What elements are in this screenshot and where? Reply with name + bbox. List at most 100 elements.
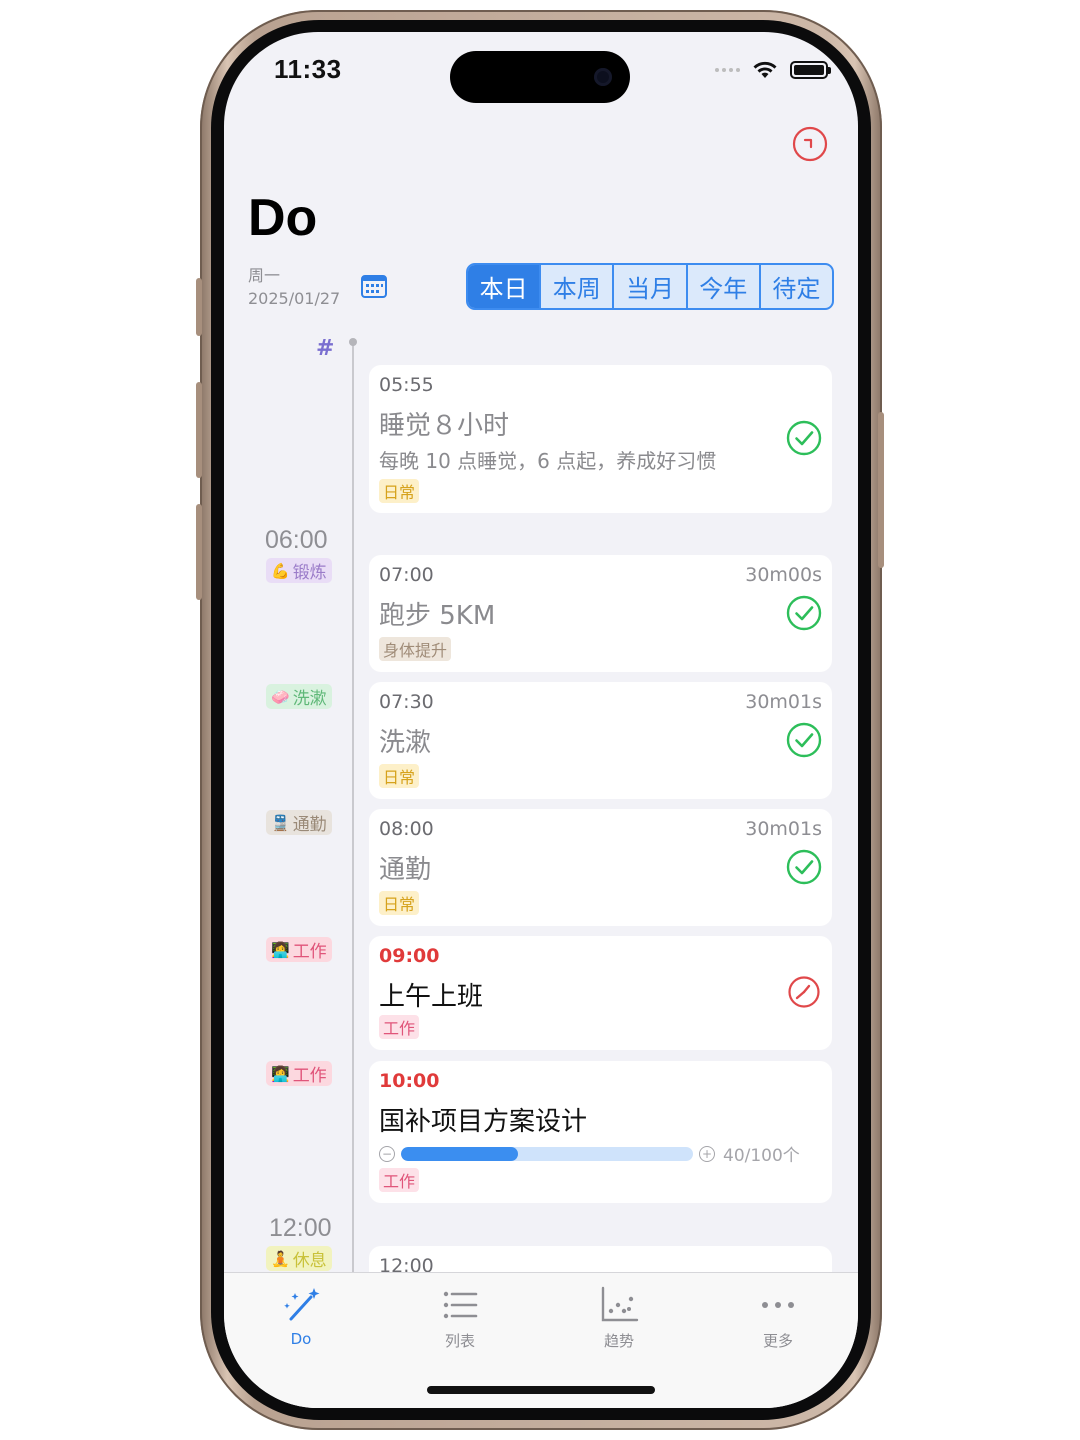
tab-label: 趋势 — [603, 1332, 634, 1350]
action-button — [196, 278, 202, 336]
task-title: 上午上班 — [379, 982, 484, 1012]
side-tag-label: 通勤 — [292, 815, 327, 835]
timeline-start-dot — [349, 338, 357, 346]
timer-running-icon[interactable] — [786, 974, 822, 1010]
cellular-signal-icon — [715, 68, 740, 72]
task-duration: 30m01s — [745, 691, 822, 713]
increment-button[interactable]: + — [699, 1145, 715, 1162]
status-icons — [715, 60, 831, 80]
front-camera — [594, 68, 612, 86]
segment-pending[interactable]: 待定 — [758, 265, 832, 308]
side-tag-work: 👩‍💻 工作 — [266, 937, 332, 962]
task-tag: 日常 — [379, 479, 420, 503]
task-card-project-design[interactable]: 10:00 国补项目方案设计 − + 40/100个 工作 — [369, 1061, 832, 1203]
side-tag-label: 锻炼 — [292, 563, 327, 583]
segment-this-week[interactable]: 本周 — [539, 265, 612, 308]
side-tag-commute: 🚆 通勤 — [266, 810, 332, 835]
task-card-noon[interactable]: 12:00 — [369, 1246, 832, 1272]
dynamic-island — [450, 51, 630, 103]
app-screen: 11:33 Do 周一 2025/01/27 本日 本周 当月 今年 待定 # … — [224, 32, 858, 1408]
task-time: 09:00 — [379, 945, 440, 967]
magic-wand-icon — [284, 1288, 320, 1321]
timer-icon[interactable] — [790, 124, 830, 164]
side-tag-wash: 🧼 洗漱 — [266, 684, 332, 709]
task-card-wash[interactable]: 07:30 30m01s 洗漱 日常 — [369, 682, 832, 799]
progress-fill — [401, 1146, 518, 1161]
side-tag-label: 工作 — [292, 942, 327, 962]
side-tag-label: 洗漱 — [292, 689, 327, 709]
side-tag-rest: 🧘 休息 — [266, 1246, 332, 1271]
tag-filter-button[interactable]: # — [316, 336, 334, 361]
task-description: 每晚 10 点睡觉，6 点起，养成好习惯 — [379, 449, 717, 473]
side-tag-label: 工作 — [292, 1066, 327, 1086]
calendar-icon[interactable] — [360, 272, 388, 300]
task-card-morning-work[interactable]: 09:00 上午上班 工作 — [369, 936, 832, 1050]
task-time: 05:55 — [379, 374, 434, 396]
battery-icon — [790, 61, 831, 79]
volume-down-button — [196, 504, 202, 600]
task-duration: 30m00s — [745, 564, 822, 586]
tab-trends[interactable]: 趋势 — [569, 1285, 669, 1351]
task-title: 洗漱 — [379, 728, 432, 758]
check-circle-icon[interactable] — [786, 420, 822, 456]
task-card-commute[interactable]: 08:00 30m01s 通勤 日常 — [369, 809, 832, 926]
task-title: 通勤 — [379, 855, 432, 885]
task-time: 12:00 — [379, 1255, 434, 1272]
more-dots-icon — [762, 1302, 794, 1308]
soap-emoji: 🧼 — [271, 687, 290, 706]
tab-more[interactable]: 更多 — [728, 1285, 828, 1351]
tab-do[interactable]: Do — [251, 1285, 351, 1348]
check-circle-icon[interactable] — [786, 595, 822, 631]
meditation-emoji: 🧘 — [271, 1249, 290, 1268]
segment-this-month[interactable]: 当月 — [612, 265, 685, 308]
task-title: 国补项目方案设计 — [379, 1107, 588, 1137]
scatter-chart-icon — [601, 1286, 639, 1322]
task-time: 07:30 — [379, 691, 434, 713]
segment-today[interactable]: 本日 — [468, 265, 540, 308]
task-duration: 30m01s — [745, 818, 822, 840]
side-tag-label: 休息 — [292, 1251, 327, 1271]
task-tag: 日常 — [379, 764, 420, 788]
check-circle-icon[interactable] — [786, 722, 822, 758]
task-title: 睡觉８小时 — [379, 411, 510, 441]
decrement-button[interactable]: − — [379, 1145, 395, 1162]
segment-this-year[interactable]: 今年 — [685, 265, 759, 308]
period-segmented-control: 本日 本周 当月 今年 待定 — [466, 263, 834, 310]
task-title: 跑步 5KM — [379, 601, 496, 631]
task-tag: 身体提升 — [379, 637, 452, 661]
volume-up-button — [196, 382, 202, 478]
task-time: 07:00 — [379, 564, 434, 586]
train-emoji: 🚆 — [271, 813, 290, 832]
task-time: 08:00 — [379, 818, 434, 840]
tab-label: Do — [290, 1330, 312, 1348]
check-circle-icon[interactable] — [786, 849, 822, 885]
task-card-running[interactable]: 07:00 30m00s 跑步 5KM 身体提升 — [369, 555, 832, 672]
task-card-sleep[interactable]: 05:55 睡觉８小时 每晚 10 点睡觉，6 点起，养成好习惯 日常 — [369, 365, 832, 513]
hour-label: 12:00 — [269, 1214, 332, 1242]
date-label: 2025/01/27 — [248, 289, 341, 308]
flexed-biceps-emoji: 💪 — [271, 561, 290, 580]
side-tag-exercise: 💪 锻炼 — [266, 558, 332, 583]
tab-label: 更多 — [762, 1332, 793, 1350]
progress-row: − + 40/100个 — [379, 1141, 800, 1166]
tab-list[interactable]: 列表 — [410, 1285, 510, 1351]
hour-label: 06:00 — [265, 526, 328, 554]
list-icon — [443, 1291, 478, 1319]
task-tag: 日常 — [379, 891, 420, 915]
wifi-icon — [753, 61, 777, 78]
progress-text: 40/100个 — [723, 1146, 800, 1166]
timeline-scroll-area[interactable]: # 06:00 12:00 💪 锻炼 🧼 洗漱 🚆 通勤 👩‍💻 工作 👩‍💻 … — [224, 332, 858, 1272]
weekday-label: 周一 — [248, 266, 281, 285]
tab-label: 列表 — [444, 1332, 475, 1350]
technologist-emoji: 👩‍💻 — [271, 1064, 290, 1083]
home-indicator[interactable] — [427, 1386, 655, 1394]
task-tag: 工作 — [379, 1168, 420, 1192]
technologist-emoji: 👩‍💻 — [271, 940, 290, 959]
power-button — [878, 412, 884, 568]
task-tag: 工作 — [379, 1015, 420, 1039]
task-time: 10:00 — [379, 1070, 440, 1092]
progress-bar — [401, 1146, 693, 1161]
page-title: Do — [248, 189, 318, 247]
side-tag-work: 👩‍💻 工作 — [266, 1061, 332, 1086]
date-block: 周一 2025/01/27 — [248, 264, 340, 310]
